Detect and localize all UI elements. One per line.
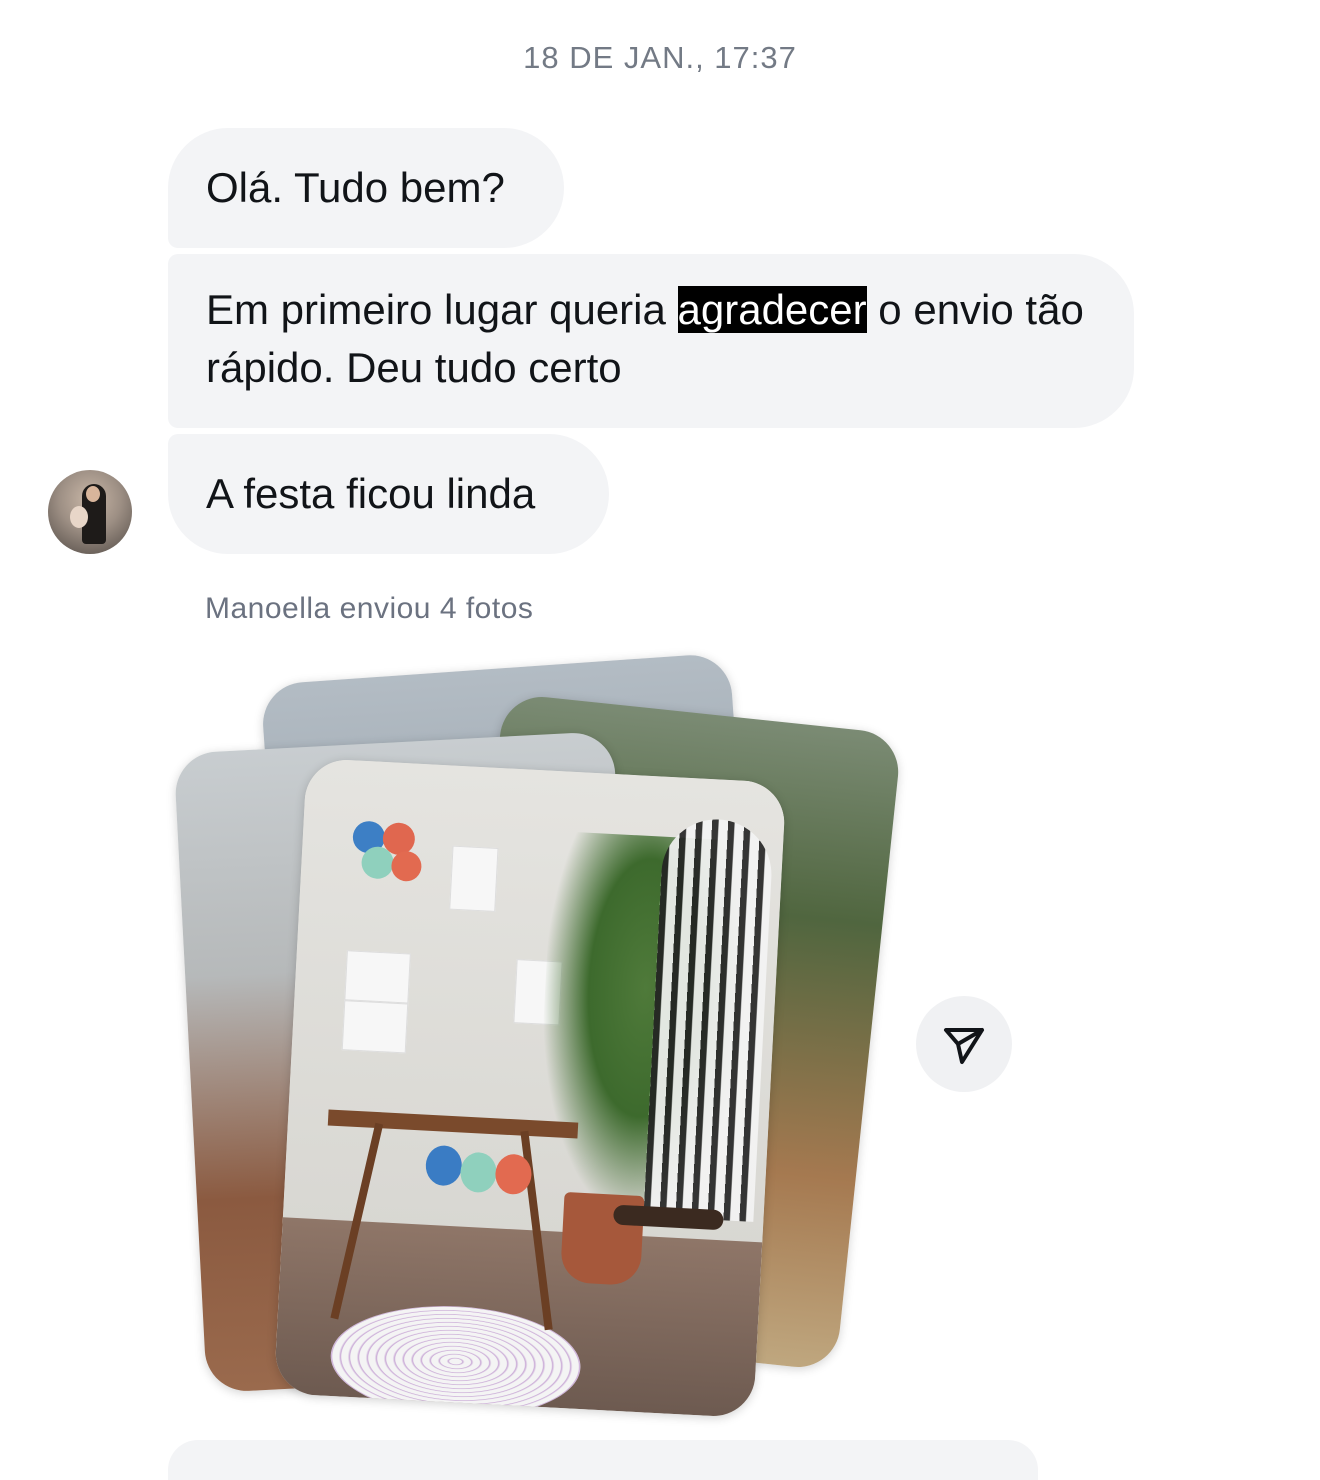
share-button[interactable] bbox=[916, 996, 1012, 1092]
message-text: Olá. Tudo bem? bbox=[206, 164, 505, 211]
message-bubble-partial bbox=[168, 1440, 1038, 1480]
avatar-face bbox=[86, 486, 100, 502]
message-bubble[interactable]: Em primeiro lugar queria agradecer o env… bbox=[168, 254, 1134, 428]
message-text-part: Em primeiro lugar queria bbox=[206, 286, 678, 333]
photos-sent-note: Manoella enviou 4 fotos bbox=[205, 592, 534, 625]
send-arrow-icon bbox=[944, 1028, 984, 1064]
message-bubble[interactable]: Olá. Tudo bem? bbox=[168, 128, 564, 248]
selected-text[interactable]: agradecer bbox=[677, 286, 867, 333]
conversation-timestamp: 18 DE JAN., 17:37 bbox=[523, 40, 797, 75]
sender-avatar[interactable] bbox=[48, 470, 132, 554]
photo-gate bbox=[643, 816, 775, 1222]
photo-poster bbox=[344, 950, 411, 1004]
photo-poster bbox=[341, 1000, 409, 1054]
message-bubble[interactable]: A festa ficou linda bbox=[168, 434, 609, 554]
photo-card-front[interactable] bbox=[273, 757, 787, 1419]
message-text: A festa ficou linda bbox=[206, 470, 536, 517]
photo-poster bbox=[449, 845, 499, 912]
avatar-baby bbox=[70, 506, 88, 528]
